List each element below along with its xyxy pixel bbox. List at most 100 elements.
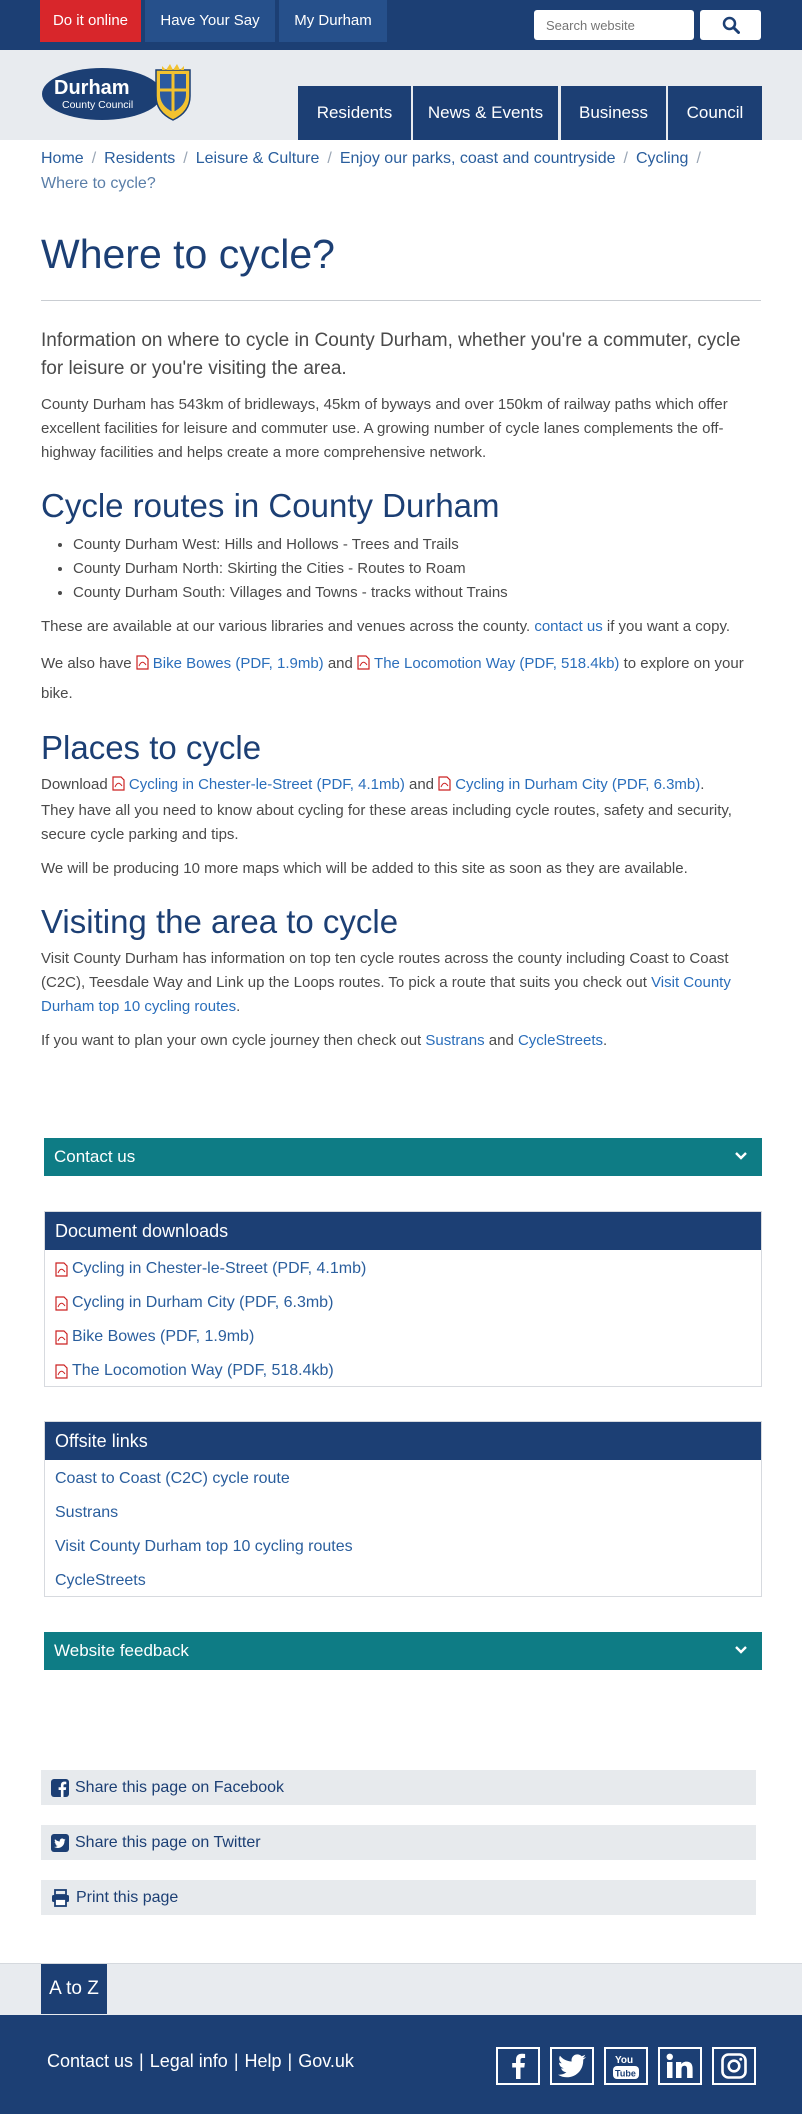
sustrans-link[interactable]: Sustrans [425,1032,484,1049]
breadcrumb-current: Where to cycle? [41,175,156,192]
atoz-strip: A to Z [0,1963,802,2015]
footer-linkedin-link[interactable] [658,2047,702,2085]
cyclestreets-link[interactable]: CycleStreets [518,1032,603,1049]
breadcrumb-residents[interactable]: Residents [104,150,175,167]
offsite-link[interactable]: Visit County Durham top 10 cycling route… [45,1530,761,1564]
offsite-links-heading: Offsite links [45,1422,761,1460]
download-item-label: Bike Bowes (PDF, 1.9mb) [72,1328,255,1345]
offsite-link[interactable]: Coast to Coast (C2C) cycle route [45,1462,761,1496]
bike-bowes-link[interactable]: Bike Bowes (PDF, 1.9mb) [153,655,324,672]
twitter-icon [558,2054,586,2078]
and-text: and [408,776,435,793]
nav-residents[interactable]: Residents [298,86,411,140]
places-heading: Places to cycle [41,729,262,766]
document-downloads-panel: Document downloads Cycling in Chester-le… [44,1211,762,1387]
logo-title: Durham [54,77,130,99]
plan-journey-paragraph: If you want to plan your own cycle journ… [41,1029,761,1053]
footer-help-link[interactable]: Help [245,2051,282,2071]
nav-business[interactable]: Business [561,86,666,140]
and-text: and [488,1032,514,1049]
intro-paragraph: County Durham has 543km of bridleways, 4… [41,396,728,461]
facebook-icon [512,2053,526,2079]
coat-of-arms-icon [155,64,191,121]
print-page-button[interactable]: Print this page [41,1880,756,1915]
download-item[interactable]: Bike Bowes (PDF, 1.9mb) [45,1320,761,1354]
footer-contact-us-link[interactable]: Contact us [47,2051,133,2071]
my-durham-button[interactable]: My Durham [279,0,387,42]
period-text: . [236,998,241,1015]
offsite-links-panel: Offsite links Coast to Coast (C2C) cycle… [44,1421,762,1597]
search-icon [722,16,740,34]
contact-us-link[interactable]: contact us [534,618,602,635]
and-text: and [327,655,353,672]
contact-us-accordion[interactable]: Contact us [44,1138,762,1176]
offsite-link[interactable]: CycleStreets [45,1564,761,1598]
chevron-down-icon [735,1646,747,1654]
pdf-icon [55,1295,68,1311]
facebook-icon [51,1778,69,1797]
download-item-label: Cycling in Durham City (PDF, 6.3mb) [72,1294,334,1311]
print-page-label: Print this page [76,1888,179,1906]
svg-text:You: You [615,2055,633,2066]
download-text: Download [41,776,108,793]
also-have-paragraph: We also have Bike Bowes (PDF, 1.9mb) and… [41,649,761,709]
share-facebook-label: Share this page on Facebook [75,1778,285,1796]
top-bar: Do it online Have Your Say My Durham [0,0,802,50]
offsite-link[interactable]: Sustrans [45,1496,761,1530]
chester-le-street-link[interactable]: Cycling in Chester-le-Street (PDF, 4.1mb… [129,776,405,793]
footer-legal-info-link[interactable]: Legal info [150,2051,228,2071]
pdf-icon [55,1261,68,1277]
availability-suffix: if you want a copy. [606,618,730,635]
website-feedback-accordion[interactable]: Website feedback [44,1632,762,1670]
site-header: Durham County Council Residents News & E… [0,50,802,140]
visiting-paragraph: Visit County Durham has information on t… [41,947,761,1019]
breadcrumb-home[interactable]: Home [41,150,84,167]
pdf-icon [55,1363,68,1379]
search-button[interactable] [700,10,761,40]
nav-news-events[interactable]: News & Events [413,86,558,140]
youtube-icon: You Tube [613,2055,639,2079]
durham-county-council-logo[interactable]: Durham County Council [40,60,194,124]
title-divider [41,300,761,301]
share-facebook-button[interactable]: Share this page on Facebook [41,1770,756,1805]
search-input[interactable] [534,10,694,40]
pdf-icon [438,776,451,791]
logo-subtitle: County Council [62,99,133,111]
document-downloads-heading: Document downloads [45,1212,761,1250]
footer-links: Contact us | Legal info | Help | Gov.uk [47,2051,354,2071]
download-item[interactable]: Cycling in Chester-le-Street (PDF, 4.1mb… [45,1252,761,1286]
locomotion-way-link[interactable]: The Locomotion Way (PDF, 518.4kb) [374,655,619,672]
list-item: County Durham North: Skirting the Cities… [73,557,761,581]
download-item[interactable]: The Locomotion Way (PDF, 518.4kb) [45,1354,761,1388]
chevron-down-icon [735,1152,747,1160]
do-it-online-button[interactable]: Do it online [40,0,141,42]
period-text: . [700,776,705,793]
footer-facebook-link[interactable] [496,2047,540,2085]
footer-youtube-link[interactable]: You Tube [604,2047,648,2085]
twitter-icon [51,1833,69,1852]
have-your-say-button[interactable]: Have Your Say [145,0,275,42]
nav-council[interactable]: Council [668,86,762,140]
places-info-paragraph: They have all you need to know about cyc… [41,802,732,843]
breadcrumb-parks-coast-countryside[interactable]: Enjoy our parks, coast and countryside [340,150,616,167]
list-item: County Durham South: Villages and Towns … [73,581,761,605]
a-to-z-button[interactable]: A to Z [41,1964,107,2014]
lead-paragraph: Information on where to cycle in County … [41,330,741,379]
footer-instagram-link[interactable] [712,2047,756,2085]
routes-list: County Durham West: Hills and Hollows - … [73,533,761,605]
breadcrumb-leisure-culture[interactable]: Leisure & Culture [196,150,320,167]
download-item-label: Cycling in Chester-le-Street (PDF, 4.1mb… [72,1260,367,1277]
footer-govuk-link[interactable]: Gov.uk [298,2051,354,2071]
availability-paragraph: These are available at our various libra… [41,615,761,639]
share-twitter-button[interactable]: Share this page on Twitter [41,1825,756,1860]
instagram-icon [721,2053,747,2079]
contact-us-label: Contact us [54,1147,136,1166]
breadcrumb-cycling[interactable]: Cycling [636,150,688,167]
durham-city-link[interactable]: Cycling in Durham City (PDF, 6.3mb) [455,776,700,793]
download-item[interactable]: Cycling in Durham City (PDF, 6.3mb) [45,1286,761,1320]
places-download-paragraph: Download Cycling in Chester-le-Street (P… [41,773,761,797]
pdf-icon [136,655,149,670]
download-item-label: The Locomotion Way (PDF, 518.4kb) [72,1362,334,1379]
footer-twitter-link[interactable] [550,2047,594,2085]
pdf-icon [357,655,370,670]
